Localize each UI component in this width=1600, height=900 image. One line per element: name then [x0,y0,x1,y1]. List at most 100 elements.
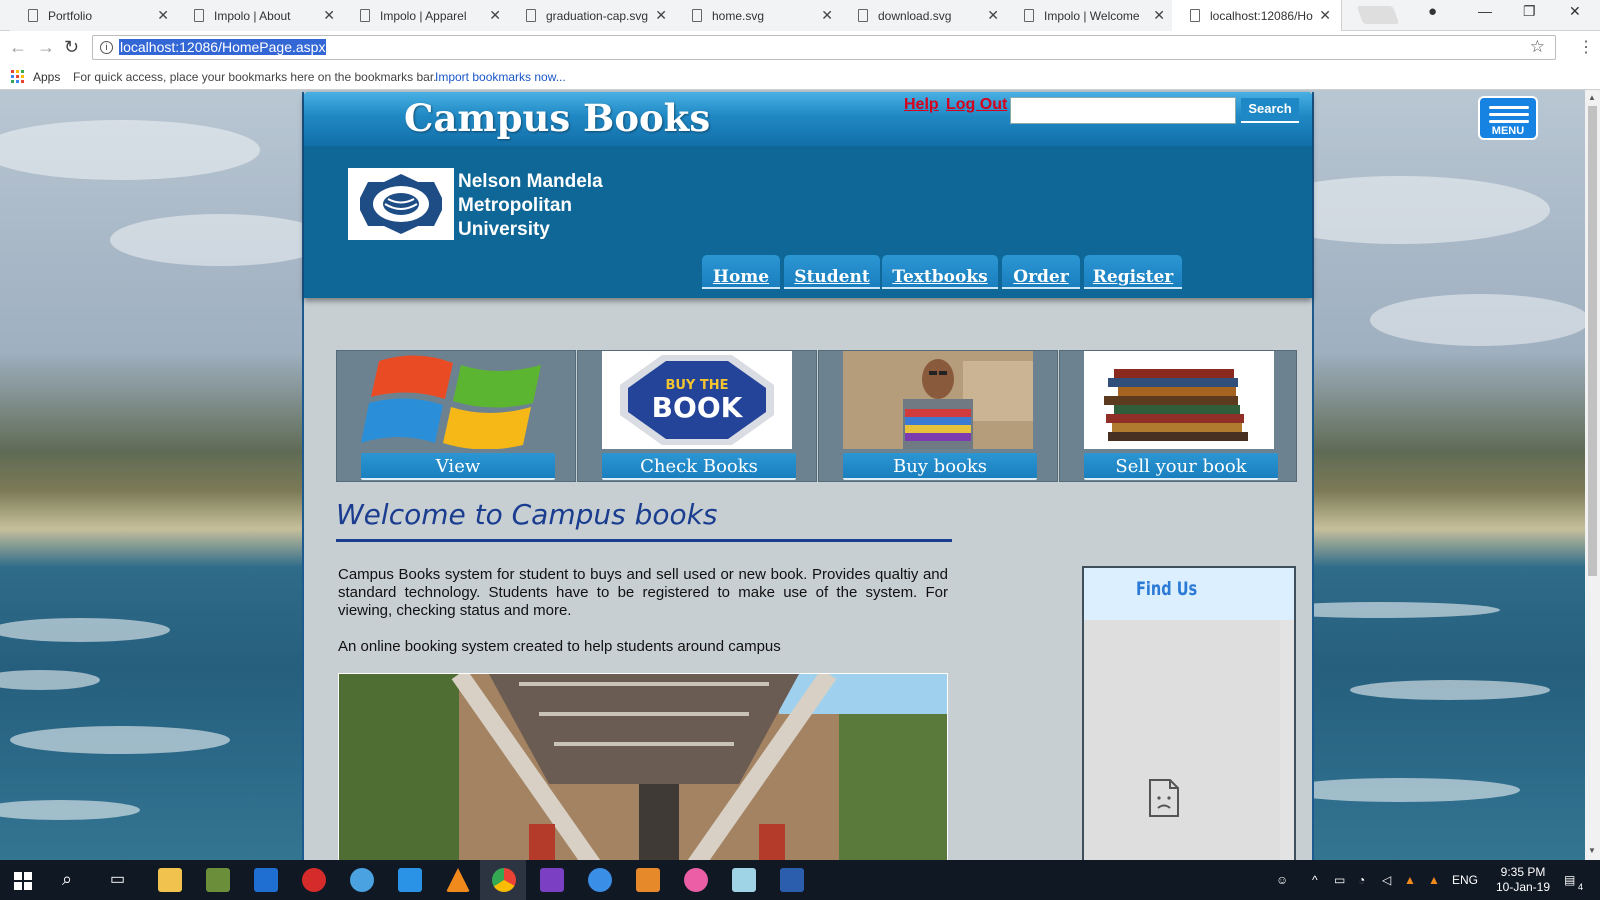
visual-studio-icon[interactable] [540,868,564,892]
browser-tab[interactable]: Portfolio ✕ [10,0,180,31]
messenger-icon[interactable] [588,868,612,892]
word-icon[interactable] [780,868,804,892]
import-bookmarks-link[interactable]: Import bookmarks now... [435,70,566,84]
broken-document-icon [1149,779,1179,817]
close-icon[interactable]: ✕ [1319,7,1331,24]
site-title: Campus Books [404,96,711,140]
close-icon[interactable]: ✕ [323,7,335,24]
notification-icon[interactable]: ▤ [1564,873,1575,887]
close-icon[interactable]: ✕ [821,7,833,24]
store-icon[interactable] [254,868,278,892]
document-icon [858,9,868,22]
hamburger-icon [1489,113,1529,116]
reload-icon[interactable]: ↻ [64,37,79,58]
scroll-thumb[interactable] [1588,106,1597,576]
view-button[interactable]: View [361,453,555,480]
back-icon[interactable]: ← [9,37,27,58]
search-input[interactable] [1010,97,1236,124]
close-icon[interactable]: ✕ [987,7,999,24]
check-books-button[interactable]: Check Books [602,453,796,480]
url-text[interactable]: localhost:12086/HomePage.aspx [119,39,327,55]
itunes-icon[interactable] [684,868,708,892]
info-icon[interactable]: i [100,41,113,54]
minimize-icon[interactable]: — [1478,3,1492,19]
nav-order[interactable]: Order [1002,255,1080,289]
hamburger-icon [1489,120,1529,123]
tile-check-books[interactable]: BUY THE BOOK Check Books [577,350,817,482]
volume-muted-icon[interactable]: ◁ [1382,873,1391,887]
recorder-icon[interactable] [302,868,326,892]
browser-tab[interactable]: Impolo | Welcome ✕ [1006,0,1176,31]
vlc-icon[interactable] [446,868,470,892]
task-view-icon[interactable]: ▭ [110,869,125,889]
university-name: Nelson Mandela Metropolitan University [458,170,603,242]
tile-sell-book[interactable]: Sell your book [1059,350,1297,482]
clock[interactable]: 9:35 PM 10-Jan-19 [1493,865,1553,895]
close-icon[interactable]: ✕ [655,7,667,24]
tile-view[interactable]: View [336,350,576,482]
document-icon [1024,9,1034,22]
tab-title: localhost:12086/Ho [1210,9,1313,23]
tab-title: Impolo | About [214,9,291,23]
vlc-tray-icon[interactable]: ▲ [1404,873,1416,887]
browser-tab[interactable]: Impolo | Apparel ✕ [342,0,512,31]
battery-icon[interactable]: ▭ [1334,873,1345,887]
forward-icon[interactable]: → [37,37,55,58]
browser-tab[interactable]: download.svg ✕ [840,0,1010,31]
nav-register[interactable]: Register [1084,255,1182,289]
university-logo [348,168,454,240]
search-button[interactable]: Search [1241,98,1299,123]
file-explorer-icon[interactable] [158,868,182,892]
close-icon[interactable]: ✕ [489,7,501,24]
scroll-down-icon[interactable]: ▼ [1588,846,1596,855]
nav-student[interactable]: Student [784,255,880,289]
people-icon[interactable]: ☺ [1276,873,1288,887]
menu-button[interactable]: MENU [1478,96,1538,140]
sell-book-button[interactable]: Sell your book [1084,453,1278,480]
student-with-books-photo [843,351,1033,449]
tools-app-icon[interactable] [206,868,230,892]
close-icon[interactable]: ✕ [157,7,169,24]
apps-link[interactable]: Apps [33,70,60,84]
sublime-text-icon[interactable] [636,868,660,892]
tab-title: graduation-cap.svg [546,9,649,23]
logout-link[interactable]: Log Out [946,96,1007,114]
browser-tab[interactable]: Impolo | About ✕ [176,0,346,31]
network-app-icon[interactable] [350,868,374,892]
find-us-panel: Find Us [1082,566,1296,860]
clock-date: 10-Jan-19 [1495,880,1551,894]
more-menu-icon[interactable]: ⋮ [1578,37,1594,57]
welcome-heading: Welcome to Campus books [336,498,718,531]
language-indicator[interactable]: ENG [1452,873,1478,887]
new-tab-button[interactable] [1356,6,1400,24]
notes-app-icon[interactable] [732,868,756,892]
tray-chevron-icon[interactable]: ^ [1312,873,1318,887]
profile-icon[interactable]: ● [1428,3,1437,20]
nav-home[interactable]: Home [702,255,780,289]
browser-tab-active[interactable]: localhost:12086/Ho ✕ [1172,0,1342,31]
restore-icon[interactable]: ❐ [1523,3,1536,20]
close-icon[interactable]: ✕ [1153,7,1165,24]
apps-grid-icon[interactable] [11,70,24,83]
bookmarks-hint: For quick access, place your bookmarks h… [73,70,437,84]
help-link[interactable]: Help [904,96,939,114]
bookmarks-bar: Apps For quick access, place your bookma… [0,64,1600,90]
map-frame[interactable] [1084,620,1280,860]
network-icon[interactable]: ◔ [1358,873,1365,887]
address-bar[interactable]: i localhost:12086/HomePage.aspx ☆ [92,35,1556,60]
nav-textbooks[interactable]: Textbooks [882,255,998,289]
browser-tab[interactable]: graduation-cap.svg ✕ [508,0,678,31]
scroll-up-icon[interactable]: ▲ [1588,93,1596,102]
chrome-icon[interactable] [492,868,516,892]
vlc-tray-icon[interactable]: ▲ [1428,873,1440,887]
search-icon[interactable]: ⌕ [62,869,72,890]
tab-title: download.svg [878,9,952,23]
windows-start-icon[interactable] [14,872,32,890]
bookmark-star-icon[interactable]: ☆ [1530,37,1545,57]
browser-tab[interactable]: home.svg ✕ [674,0,844,31]
vertical-scrollbar[interactable]: ▲ ▼ [1585,90,1600,860]
window-close-icon[interactable]: ✕ [1569,3,1581,20]
sync-app-icon[interactable] [398,868,422,892]
buy-books-button[interactable]: Buy books [843,453,1037,480]
tile-buy-books[interactable]: Buy books [818,350,1058,482]
